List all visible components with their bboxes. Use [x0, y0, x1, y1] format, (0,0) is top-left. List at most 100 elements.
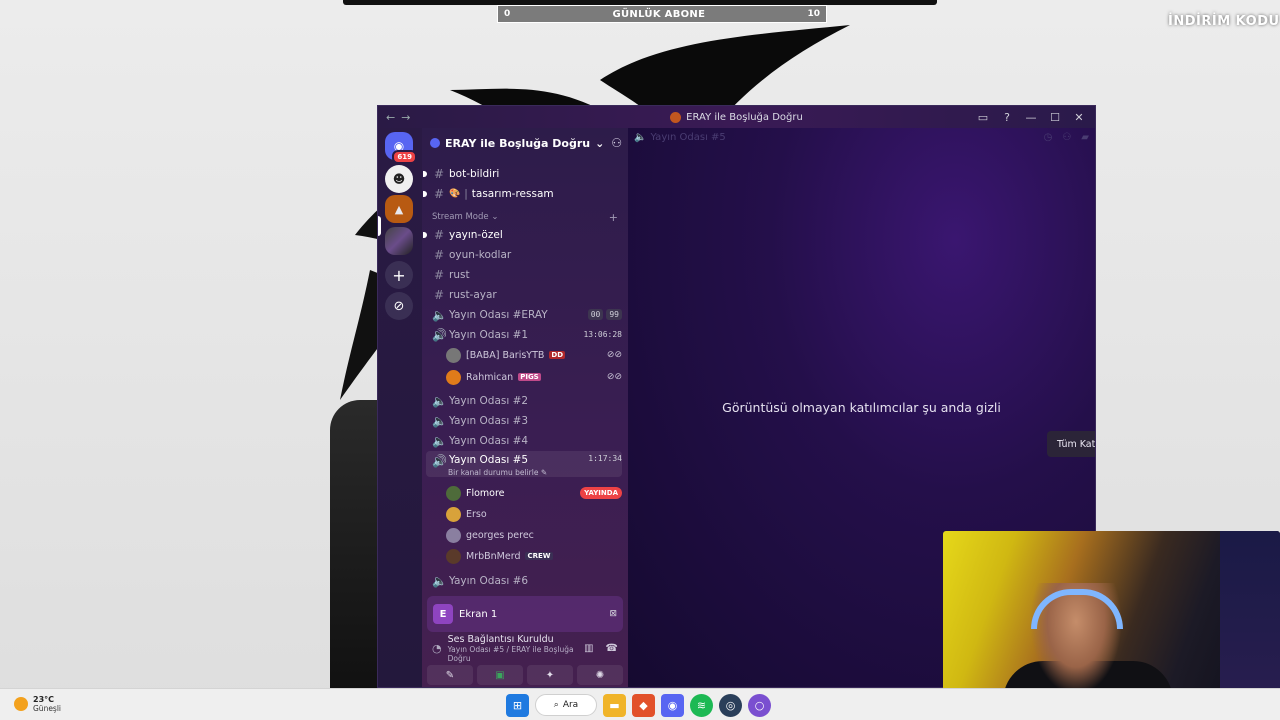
- subscriber-counter: 0 GÜNLÜK ABONE 10: [497, 5, 827, 23]
- channel-tasarim-ressam[interactable]: # 🎨 | tasarım-ressam: [423, 184, 622, 203]
- minimize-button[interactable]: —: [1019, 111, 1043, 124]
- voice-channel-3[interactable]: 🔈 Yayın Odası #3: [426, 411, 622, 430]
- chat-icon[interactable]: ▰: [1081, 132, 1089, 143]
- start-windows-icon[interactable]: ⊞: [506, 693, 529, 717]
- screen-share-icon[interactable]: ▣: [477, 665, 523, 685]
- category-label: Stream Mode ⌄: [432, 212, 499, 222]
- avatar: [446, 548, 461, 564]
- user-count-badge: 00: [587, 309, 604, 320]
- steam-icon[interactable]: ◎: [719, 693, 742, 717]
- channel-label: Yayın Odası #5: [449, 454, 529, 466]
- unread-indicator: [423, 170, 427, 177]
- file-explorer-icon[interactable]: ▬: [603, 693, 626, 717]
- voice-channel-eray[interactable]: 🔈 Yayın Odası #ERAY 00 99: [426, 305, 622, 324]
- close-button[interactable]: ✕: [1067, 111, 1091, 124]
- share-avatar: E: [433, 604, 453, 624]
- live-badge: YAYINDA: [580, 487, 622, 499]
- help-icon[interactable]: ?: [995, 111, 1019, 124]
- channel-label: yayın-özel: [449, 228, 503, 241]
- server-icon-avatar[interactable]: ☻: [385, 165, 413, 193]
- activities-icon[interactable]: ✦: [527, 665, 573, 685]
- server-name: ERAY ile Boşluğa Doğru: [445, 136, 591, 150]
- channel-label: Yayın Odası #3: [449, 414, 529, 427]
- voice-channel-4[interactable]: 🔈 Yayın Odası #4: [426, 431, 622, 450]
- unread-indicator: [423, 190, 427, 197]
- user-tag: DD: [549, 351, 566, 359]
- server-sidebar: ◉ 619 ☻ ▲ + ⊘: [378, 128, 422, 687]
- speaker-icon: 🔈: [432, 393, 447, 408]
- muted-deafened-icon: ⊘⊘: [606, 372, 622, 382]
- show-all-participants-button[interactable]: Tüm Katılımcıları Göster: [1047, 431, 1095, 457]
- channel-status-prompt[interactable]: Bir kanal durumu belirle ✎: [448, 468, 547, 477]
- search-icon: ⌕: [553, 700, 559, 710]
- add-channel-icon[interactable]: +: [609, 211, 618, 224]
- channel-yayin-ozel[interactable]: # yayın-özel: [423, 225, 622, 244]
- voice-location[interactable]: Yayın Odası #5 / ERAY ile Boşluğa Doğru: [448, 645, 578, 663]
- weather-widget[interactable]: 23°C Güneşli: [14, 695, 61, 713]
- taskbar-search[interactable]: ⌕ Ara: [535, 694, 597, 716]
- noise-suppression-icon[interactable]: ▥: [584, 643, 593, 654]
- voice-channel-2[interactable]: 🔈 Yayın Odası #2: [426, 391, 622, 410]
- timer-icon[interactable]: ◷: [1044, 132, 1053, 143]
- server-header[interactable]: ERAY ile Boşluğa Doğru ⌄ ⚇: [422, 128, 628, 158]
- voice-channel-6[interactable]: 🔈 Yayın Odası #6: [426, 571, 622, 590]
- speaker-icon: 🔈: [634, 132, 647, 143]
- channel-label: rust: [449, 268, 470, 281]
- share-label: Ekran 1: [459, 608, 498, 620]
- sun-icon: [14, 697, 28, 711]
- avatar: [446, 506, 461, 522]
- channel-bot-bildiri[interactable]: # bot-bildiri: [423, 164, 622, 183]
- voice-user[interactable]: Rahmican PIGS ⊘⊘: [446, 367, 622, 387]
- maximize-button[interactable]: ☐: [1043, 111, 1067, 124]
- unread-badge: 619: [392, 150, 417, 164]
- channel-label: rust-ayar: [449, 288, 497, 301]
- channel-timer: 13:06:28: [583, 330, 622, 339]
- soundboard-icon[interactable]: ✺: [577, 665, 623, 685]
- hidden-participants-message: Görüntüsü olmayan katılımcılar şu anda g…: [722, 400, 1001, 415]
- add-user-icon[interactable]: ⚇: [1062, 132, 1071, 143]
- screen-share-panel: E Ekran 1 ⊠: [427, 596, 623, 632]
- hash-icon: #: [433, 166, 445, 181]
- brave-browser-icon[interactable]: ◆: [632, 693, 655, 717]
- voice-user[interactable]: georges perec: [446, 525, 622, 545]
- spotify-icon[interactable]: ≋: [690, 693, 713, 717]
- discord-app-icon[interactable]: ◉: [661, 693, 684, 717]
- avatar: [446, 347, 461, 363]
- camera-toggle-icon[interactable]: ✎: [427, 665, 473, 685]
- channel-oyun-kodlar[interactable]: # oyun-kodlar: [426, 245, 622, 264]
- explore-servers-icon[interactable]: ⊘: [385, 292, 413, 320]
- server-icon-eray[interactable]: ▲: [385, 195, 413, 223]
- voice-user[interactable]: Erso: [446, 504, 622, 524]
- user-name: Flomore: [466, 487, 505, 499]
- channel-rust-ayar[interactable]: # rust-ayar: [426, 285, 622, 304]
- sub-counter-max: 10: [807, 9, 820, 19]
- voice-user[interactable]: [BABA] BarisYTB DD ⊘⊘: [446, 345, 622, 365]
- weather-temp: 23°C: [33, 695, 55, 704]
- server-folder-icon[interactable]: [385, 227, 413, 255]
- voice-channel-1[interactable]: 🔊 Yayın Odası #1 13:06:28: [426, 325, 622, 344]
- window-title: ERAY ile Boşluğa Doğru: [686, 111, 803, 123]
- channel-label: Yayın Odası #4: [449, 434, 529, 447]
- speaker-icon: 🔈: [432, 307, 447, 322]
- user-name: Erso: [466, 508, 487, 520]
- add-server-icon[interactable]: +: [385, 261, 413, 289]
- app-circle-icon[interactable]: ○: [748, 693, 771, 717]
- palette-emoji: 🎨: [449, 188, 461, 199]
- home-discord-icon[interactable]: ◉ 619: [385, 132, 417, 164]
- channel-rust[interactable]: # rust: [426, 265, 622, 284]
- avatar: [446, 527, 461, 543]
- user-tag: CREW: [525, 552, 553, 560]
- voice-user[interactable]: Flomore YAYINDA: [446, 483, 622, 503]
- voice-user[interactable]: MrbBnMerd CREW: [446, 546, 622, 566]
- disconnect-icon[interactable]: ☎: [606, 643, 618, 654]
- speaker-icon: 🔈: [432, 433, 447, 448]
- stop-share-button[interactable]: ⊠: [609, 609, 617, 619]
- channel-label: Yayın Odası #6: [449, 574, 529, 587]
- category-stream-mode[interactable]: Stream Mode ⌄ +: [432, 210, 618, 224]
- user-name: georges perec: [466, 529, 534, 541]
- voice-connection-panel: ◔ Ses Bağlantısı Kuruldu Yayın Odası #5 …: [427, 633, 623, 663]
- signal-icon: ◔: [432, 641, 442, 655]
- invite-people-icon[interactable]: ⚇: [611, 136, 622, 150]
- inbox-icon[interactable]: ▭: [971, 111, 995, 124]
- hash-icon: #: [433, 227, 445, 242]
